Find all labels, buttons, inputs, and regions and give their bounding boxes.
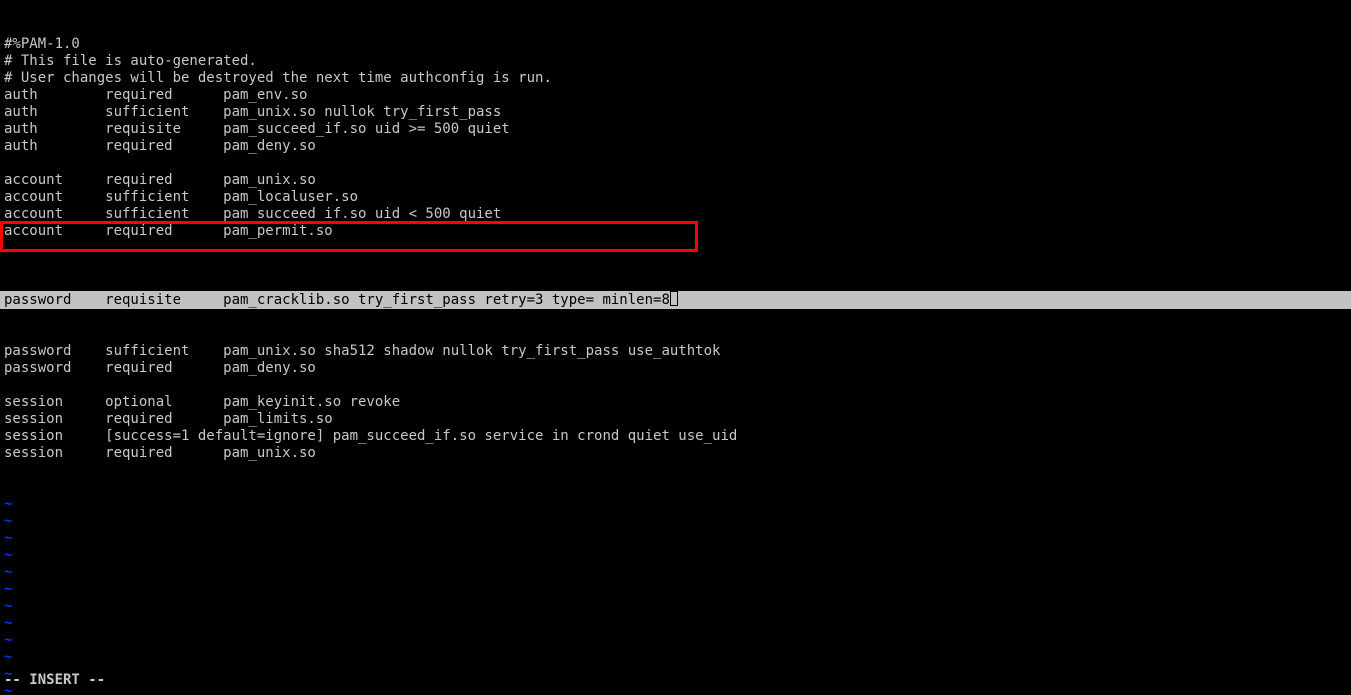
vim-mode-status: -- INSERT -- (4, 672, 105, 689)
file-line: account sufficient pam_localuser.so (0, 189, 1351, 206)
empty-line-tilde: ~ (0, 564, 1351, 581)
file-line (0, 377, 1351, 394)
file-line: session [success=1 default=ignore] pam_s… (0, 428, 1351, 445)
file-line: password required pam_deny.so (0, 360, 1351, 377)
highlighted-line: password requisite pam_cracklib.so try_f… (0, 291, 1351, 309)
text-cursor (670, 291, 678, 306)
empty-line-tilde: ~ (0, 666, 1351, 683)
empty-line-tilde: ~ (0, 632, 1351, 649)
highlighted-text: password requisite pam_cracklib.so try_f… (4, 292, 670, 308)
file-line: session required pam_unix.so (0, 445, 1351, 462)
file-line: # User changes will be destroyed the nex… (0, 70, 1351, 87)
file-line: session required pam_limits.so (0, 411, 1351, 428)
empty-line-tilde: ~ (0, 581, 1351, 598)
empty-line-tilde: ~ (0, 496, 1351, 513)
empty-line-tilde: ~ (0, 530, 1351, 547)
file-line (0, 240, 1351, 257)
empty-line-tilde: ~ (0, 547, 1351, 564)
file-line (0, 155, 1351, 172)
file-line: account required pam_permit.so (0, 223, 1351, 240)
empty-line-tilde: ~ (0, 598, 1351, 615)
empty-line-tilde: ~ (0, 513, 1351, 530)
file-line: password sufficient pam_unix.so sha512 s… (0, 343, 1351, 360)
file-line: account required pam_unix.so (0, 172, 1351, 189)
file-line: auth requisite pam_succeed_if.so uid >= … (0, 121, 1351, 138)
empty-line-tilde: ~ (0, 683, 1351, 695)
terminal-editor[interactable]: #%PAM-1.0# This file is auto-generated.#… (0, 0, 1351, 695)
file-line: account sufficient pam_succeed_if.so uid… (0, 206, 1351, 223)
file-line: #%PAM-1.0 (0, 36, 1351, 53)
file-line: auth required pam_env.so (0, 87, 1351, 104)
empty-line-tilde: ~ (0, 649, 1351, 666)
file-line: session optional pam_keyinit.so revoke (0, 394, 1351, 411)
empty-line-tilde: ~ (0, 615, 1351, 632)
file-line: auth sufficient pam_unix.so nullok try_f… (0, 104, 1351, 121)
file-line: auth required pam_deny.so (0, 138, 1351, 155)
file-line: # This file is auto-generated. (0, 53, 1351, 70)
